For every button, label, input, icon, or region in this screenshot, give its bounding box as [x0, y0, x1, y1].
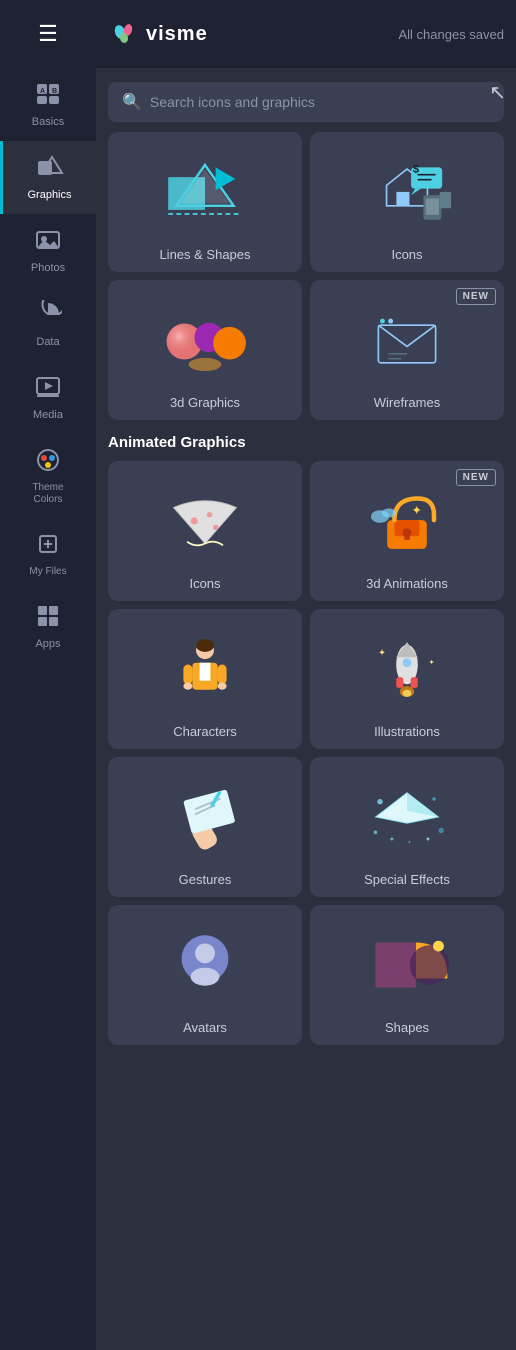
card-characters[interactable]: Characters	[108, 609, 302, 749]
card-img-characters	[116, 621, 294, 716]
card-icons-label: Icons	[391, 247, 422, 262]
sidebar-header: ☰	[0, 0, 96, 68]
sidebar-item-graphics[interactable]: Graphics	[0, 141, 96, 214]
basics-icon: A B	[34, 80, 62, 112]
search-icon: 🔍	[122, 92, 142, 112]
card-3d-graphics-label: 3d Graphics	[170, 395, 240, 410]
card-3d-animations[interactable]: NEW ✦	[310, 461, 504, 601]
card-anim-icons[interactable]: Icons	[108, 461, 302, 601]
card-img-illustrations: ✦ ✦	[318, 621, 496, 716]
sidebar-item-photos-label: Photos	[31, 262, 65, 275]
card-img-3d-animations: ✦	[318, 473, 496, 568]
svg-text:B: B	[52, 88, 57, 95]
search-input[interactable]	[150, 94, 490, 110]
svg-text:✦: ✦	[378, 647, 386, 657]
card-3d-graphics[interactable]: 3d Graphics	[108, 280, 302, 420]
sidebar-item-basics-label: Basics	[32, 116, 64, 129]
sidebar-item-media-label: Media	[33, 409, 63, 422]
card-shapes-label: Shapes	[385, 1020, 429, 1035]
card-img-anim-icons	[116, 473, 294, 568]
card-wireframes-label: Wireframes	[374, 395, 440, 410]
hamburger-icon[interactable]: ☰	[38, 21, 58, 47]
svg-text:✦: ✦	[412, 503, 423, 517]
sidebar-item-basics[interactable]: A B Basics	[0, 68, 96, 141]
my-files-icon	[34, 530, 62, 562]
photos-icon	[34, 226, 62, 258]
sidebar: ☰ A B Basics Graphics	[0, 0, 96, 1350]
card-lines-shapes-label: Lines & Shapes	[159, 247, 250, 262]
card-img-wireframes	[318, 292, 496, 387]
main-content: visme All changes saved 🔍 ↖	[96, 0, 516, 1350]
card-shapes[interactable]: Shapes	[310, 905, 504, 1045]
sidebar-item-photos[interactable]: Photos	[0, 214, 96, 287]
sidebar-item-apps[interactable]: Apps	[0, 590, 96, 663]
card-icons[interactable]: $ Icons	[310, 132, 504, 272]
card-3d-animations-label: 3d Animations	[366, 576, 448, 591]
svg-text:A: A	[40, 88, 45, 95]
theme-colors-icon	[34, 446, 62, 478]
card-gestures[interactable]: Gestures	[108, 757, 302, 897]
search-bar[interactable]: 🔍	[108, 82, 504, 122]
media-icon	[34, 373, 62, 405]
logo-text: visme	[146, 23, 208, 46]
card-illustrations-label: Illustrations	[374, 724, 440, 739]
sidebar-item-data[interactable]: Data	[0, 288, 96, 361]
card-img-3d-graphics	[116, 292, 294, 387]
svg-text:$: $	[413, 163, 420, 175]
data-icon	[34, 300, 62, 332]
card-img-avatars	[116, 917, 294, 1012]
svg-text:✦: ✦	[407, 840, 412, 846]
sidebar-item-theme-colors[interactable]: ThemeColors	[0, 434, 96, 518]
card-img-shapes	[318, 917, 496, 1012]
card-illustrations[interactable]: ✦ ✦ Illustrations	[310, 609, 504, 749]
sidebar-item-theme-colors-label: ThemeColors	[32, 482, 63, 506]
card-lines-shapes[interactable]: Lines & Shapes	[108, 132, 302, 272]
sidebar-item-data-label: Data	[36, 336, 59, 349]
logo-area: visme	[108, 18, 208, 50]
wireframes-new-badge: NEW	[456, 288, 496, 305]
logo-icon	[108, 18, 140, 50]
static-grid-area: Lines & Shapes $	[96, 132, 516, 1350]
card-img-lines-shapes	[116, 144, 294, 239]
card-anim-icons-label: Icons	[189, 576, 220, 591]
sidebar-item-media[interactable]: Media	[0, 361, 96, 434]
graphics-icon	[36, 153, 64, 185]
card-special-effects[interactable]: ✦ ✦ ✦ Special Effects	[310, 757, 504, 897]
card-wireframes[interactable]: NEW Wireframes	[310, 280, 504, 420]
card-img-special-effects: ✦ ✦ ✦	[318, 769, 496, 864]
svg-text:✦: ✦	[429, 657, 435, 666]
sidebar-item-graphics-label: Graphics	[27, 189, 71, 202]
card-gestures-label: Gestures	[179, 872, 232, 887]
card-avatars-label: Avatars	[183, 1020, 227, 1035]
static-grid: Lines & Shapes $	[108, 132, 504, 420]
sidebar-item-apps-label: Apps	[35, 638, 60, 651]
top-bar: visme All changes saved	[96, 0, 516, 68]
saved-status: All changes saved	[398, 27, 504, 42]
sidebar-item-my-files-label: My Files	[29, 566, 66, 578]
card-img-icons: $	[318, 144, 496, 239]
card-img-gestures	[116, 769, 294, 864]
apps-icon	[34, 602, 62, 634]
sidebar-item-my-files[interactable]: My Files	[0, 518, 96, 590]
svg-text:✦: ✦	[389, 834, 395, 843]
animated-grid: Icons NEW ✦	[108, 461, 504, 1045]
svg-text:✦: ✦	[425, 834, 431, 843]
card-special-effects-label: Special Effects	[364, 872, 450, 887]
animated-section-title: Animated Graphics	[108, 434, 504, 451]
card-characters-label: Characters	[173, 724, 237, 739]
3d-animations-new-badge: NEW	[456, 469, 496, 486]
card-avatars[interactable]: Avatars	[108, 905, 302, 1045]
